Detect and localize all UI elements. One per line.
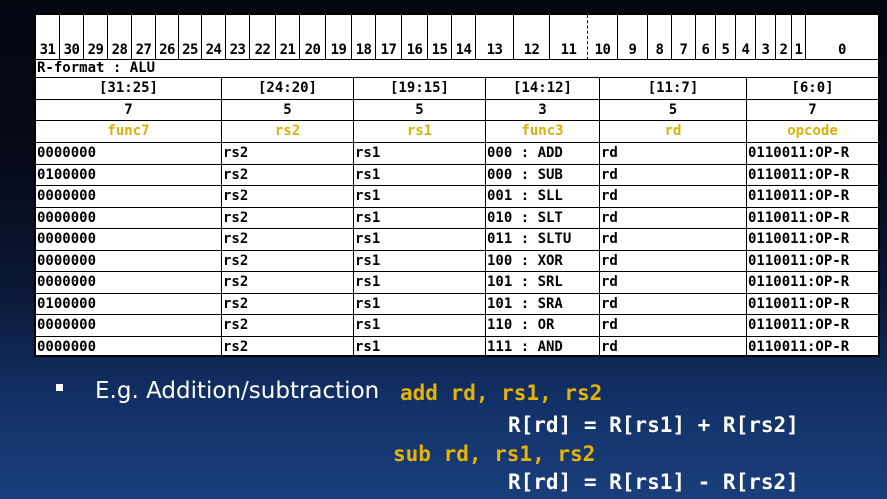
add-instruction: add rd, rs1, rs2 (400, 381, 603, 405)
example-notes: E.g. Addition/subtraction add rd, rs1, r… (0, 0, 887, 499)
sub-semantics: R[rd] = R[rs1] - R[rs2] (508, 470, 799, 494)
slide: 31 30 29 28 27 26 25 24 23 22 21 20 19 18 17 16 15 14 13 12… (0, 0, 887, 499)
add-semantics: R[rd] = R[rs1] + R[rs2] (508, 413, 799, 437)
bullet-text: E.g. Addition/subtraction (95, 378, 380, 404)
sub-instruction: sub rd, rs1, rs2 (393, 442, 596, 466)
bullet-square-icon (56, 384, 63, 391)
